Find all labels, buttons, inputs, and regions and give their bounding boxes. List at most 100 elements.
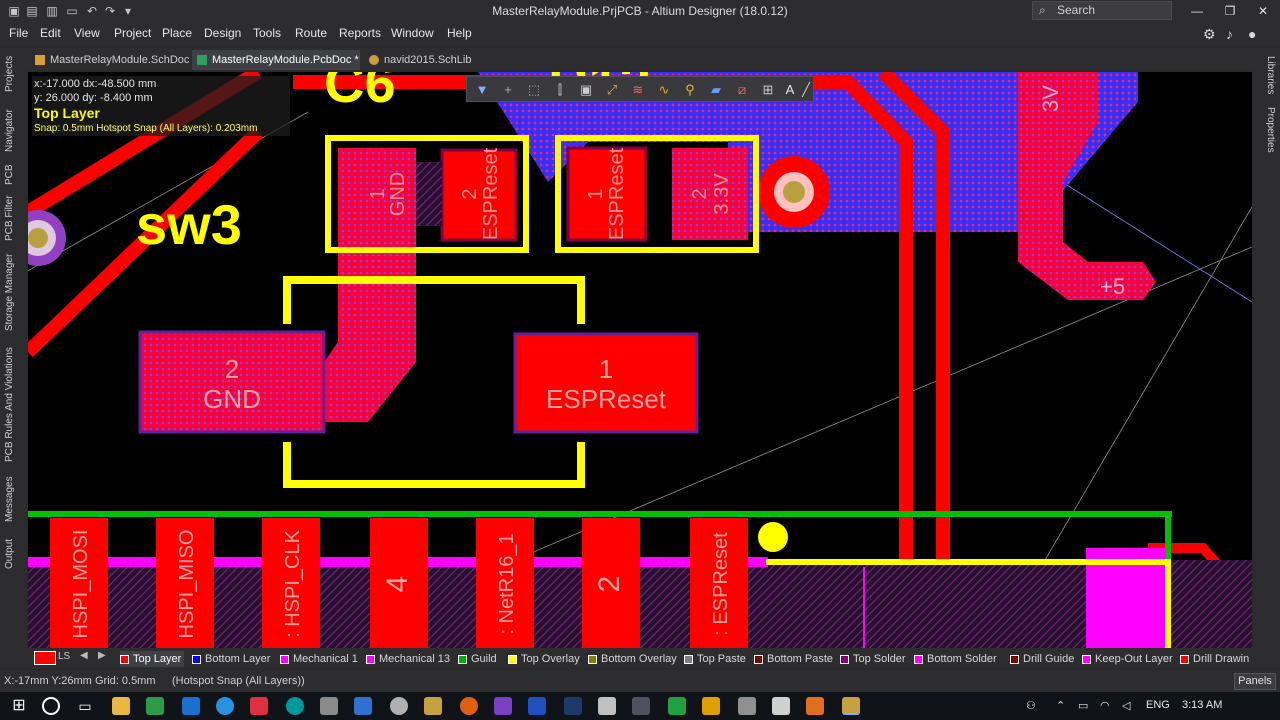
menu-reports[interactable]: Reports [339,26,381,40]
layer-tab[interactable]: Bottom Solder [914,651,997,667]
layer-tab[interactable]: Mechanical 13 [366,651,450,667]
taskbar-app-icon[interactable] [320,697,338,715]
menu-help[interactable]: Help [447,26,472,40]
layer-tab[interactable]: Guild [458,651,497,667]
tab-schlib[interactable]: navid2015.SchLib [364,50,484,70]
menu-route[interactable]: Route [295,26,327,40]
visual-studio-icon[interactable] [494,697,512,715]
taskbar-app-icon[interactable] [390,697,408,715]
layer-tab[interactable]: Top Solder [840,651,906,667]
firefox-icon[interactable] [460,697,478,715]
panel-tab-output[interactable]: Output [4,532,22,576]
file-explorer-icon[interactable] [112,697,130,715]
taskbar-app-icon[interactable] [806,697,824,715]
start-windows-icon[interactable]: ⊞ [10,697,28,715]
panel-tab-libraries[interactable]: Libraries [1258,52,1276,98]
search-circle-icon[interactable] [42,697,60,715]
menu-view[interactable]: View [74,26,100,40]
layer-tab[interactable]: Top Paste [684,651,746,667]
crosshair-icon[interactable]: + [499,81,517,99]
taskbar-app-icon[interactable] [146,697,164,715]
layer-set-label[interactable]: LS [58,651,70,662]
layer-tab[interactable]: Bottom Layer [192,651,270,667]
panel-tab-pcb-rules[interactable]: PCB Rules And Violations [4,342,22,468]
taskbar-app-icon[interactable] [772,697,790,715]
photoshop-icon[interactable] [564,697,582,715]
restore-button[interactable]: ❐ [1215,2,1245,20]
taskbar-app-icon[interactable] [702,697,720,715]
taskbar-app-icon[interactable] [250,697,268,715]
layer-tab[interactable]: Bottom Overlay [588,651,677,667]
clock[interactable]: 3:13 AM [1182,699,1222,711]
taskbar-app-icon[interactable] [668,697,686,715]
filter-icon[interactable]: ▼ [473,81,491,99]
menu-project[interactable]: Project [114,26,151,40]
taskbar-app-icon[interactable] [738,697,756,715]
layer-tab[interactable]: Keep-Out Layer [1082,651,1173,667]
taskbar-app-icon[interactable] [354,697,372,715]
panel-tab-properties[interactable]: Properties [1258,104,1276,156]
line-icon[interactable]: ╱ [797,81,815,99]
keepout-icon[interactable]: ⧄ [733,81,751,99]
via-hole [28,228,48,248]
component-icon[interactable]: ▣ [577,81,595,99]
layer-tab[interactable]: Bottom Paste [754,651,833,667]
altium-active-icon[interactable] [842,697,860,715]
minimize-button[interactable]: — [1182,2,1212,20]
task-view-icon[interactable]: ▭ [76,697,94,715]
battery-icon[interactable]: ▭ [1078,699,1088,712]
menu-file[interactable]: File [9,26,28,40]
designator-sw3: sw3 [136,193,242,256]
taskbar-app-icon[interactable] [632,697,650,715]
layer-tab-label: Top Overlay [521,653,580,665]
polygon-icon[interactable]: ▰ [707,81,725,99]
tab-pcbdoc[interactable]: MasterRelayModule.PcbDoc * [192,50,360,70]
notifications-bell-icon[interactable]: ♪ [1226,26,1233,42]
select-icon[interactable]: ⬚ [525,81,543,99]
tray-chevron-icon[interactable]: ⌃ [1056,699,1065,712]
route-icon[interactable]: ⤢ [603,81,621,99]
menu-design[interactable]: Design [204,26,241,40]
panel-tab-projects[interactable]: Projects [4,50,22,98]
menu-edit[interactable]: Edit [40,26,61,40]
layer-tab[interactable]: Top Layer [120,651,185,667]
menu-window[interactable]: Window [391,26,434,40]
menu-place[interactable]: Place [162,26,192,40]
tab-schdoc[interactable]: MasterRelayModule.SchDoc [30,50,190,70]
layer-scroll-left-icon[interactable]: ◀ [80,650,88,661]
pcb-canvas[interactable]: +5 3V C6 1 GND 2 ESPReset R12 1 ESPRes [28,72,1252,648]
settings-gear-icon[interactable]: ⚙ [1203,26,1216,43]
search-input[interactable]: ⌕ Search [1032,1,1172,20]
diff-pair-icon[interactable]: ≋ [629,81,647,99]
align-icon[interactable]: ⫿ [551,81,569,99]
tune-length-icon[interactable]: ∿ [655,81,673,99]
panel-tab-pcb-filter[interactable]: PCB Filter [4,192,22,244]
layer-tab[interactable]: Mechanical 1 [280,651,358,667]
layer-scroll-right-icon[interactable]: ▶ [98,650,106,661]
dimension-icon[interactable]: ⊞ [759,81,777,99]
layer-tab[interactable]: Drill Guide [1010,651,1074,667]
panels-button[interactable]: Panels [1234,673,1276,690]
volume-icon[interactable]: ◁ [1122,699,1130,712]
language-indicator[interactable]: ENG [1146,699,1170,711]
panel-tab-pcb[interactable]: PCB [4,162,22,188]
layer-tab[interactable]: Drill Drawin [1180,651,1249,667]
taskbar-app-icon[interactable] [598,697,616,715]
altium-icon[interactable] [424,697,442,715]
via-icon[interactable]: ⚲ [681,81,699,99]
menu-tools[interactable]: Tools [253,26,281,40]
taskbar-app-icon[interactable] [216,697,234,715]
layer-tab[interactable]: Top Overlay [508,651,580,667]
user-account-icon[interactable]: ● [1248,26,1256,42]
taskbar-app-icon[interactable] [182,697,200,715]
tab-label: navid2015.SchLib [384,54,472,66]
panel-tab-messages[interactable]: Messages [4,472,22,526]
panel-tab-navigator[interactable]: Navigator [4,102,22,160]
current-layer-swatch[interactable] [34,651,56,665]
wifi-icon[interactable]: ◠ [1100,699,1110,712]
arduino-icon[interactable] [286,697,304,715]
taskbar-app-icon[interactable] [528,697,546,715]
panel-tab-storage-manager[interactable]: Storage Manager [4,246,22,338]
close-button[interactable]: ✕ [1248,2,1278,20]
people-icon[interactable]: ⚇ [1026,699,1036,712]
